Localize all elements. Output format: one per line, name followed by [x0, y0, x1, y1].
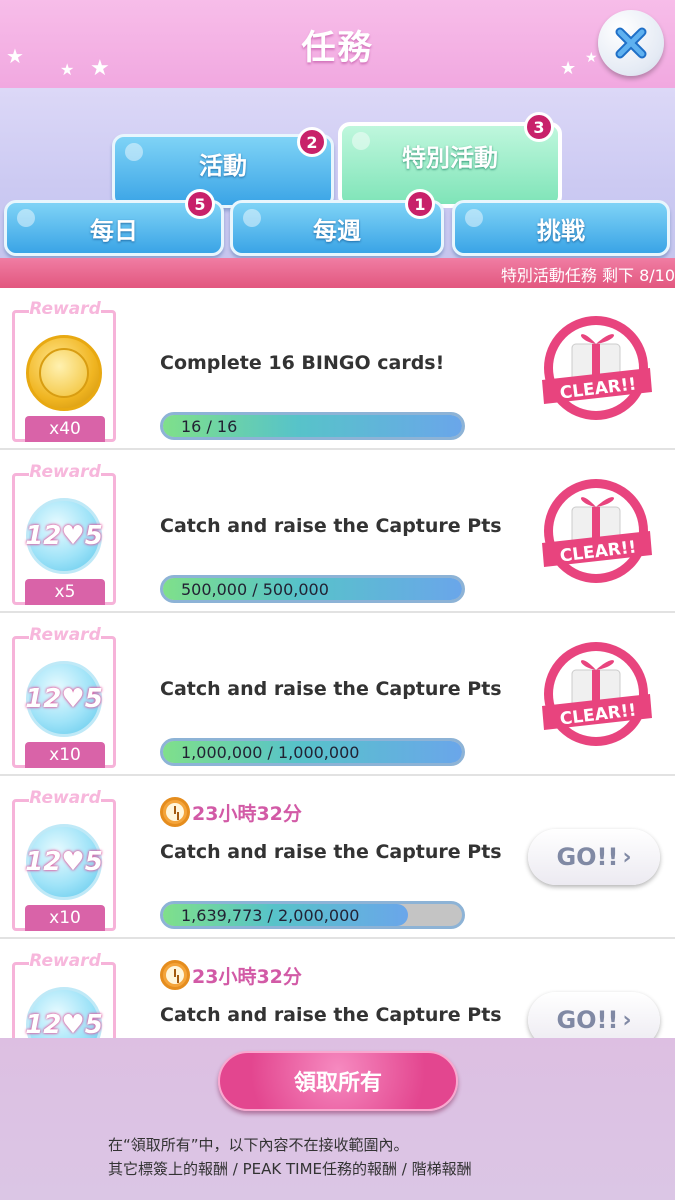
mission-title: Catch and raise the Capture Pts — [160, 1004, 502, 1026]
mission-row: Reward 12♥5 23小時32分 Catch and raise the … — [0, 940, 675, 1038]
badge-text: 12♥5 — [25, 847, 103, 877]
gloss — [17, 209, 35, 227]
chevron-right-icon: › — [622, 1007, 632, 1033]
tab-label: 每日 — [90, 216, 138, 245]
mission-timer: 23小時32分 — [160, 960, 302, 990]
mission-row: Reward 12♥5 x10 23小時32分 Catch and raise … — [0, 777, 675, 939]
badge-text: 12♥5 — [25, 521, 103, 551]
tab-weekly[interactable]: 每週 1 — [230, 189, 444, 256]
badge-12-5-icon: 12♥5 — [25, 661, 103, 737]
mission-timer: 23小時32分 — [160, 797, 302, 827]
timer-text: 23小時32分 — [192, 802, 302, 825]
clear-stamp-icon: CLEAR!! — [542, 642, 652, 746]
tab-challenge[interactable]: 挑戦 — [452, 200, 670, 256]
clear-stamp-icon: CLEAR!! — [542, 479, 652, 583]
remaining-missions-text: 特別活動任務 剩下 8/10 — [500, 266, 675, 285]
gloss — [465, 209, 483, 227]
tab-label: 每週 — [313, 216, 361, 245]
reward-label: Reward — [29, 788, 101, 810]
claim-all-button[interactable]: 領取所有 — [218, 1051, 458, 1111]
reward-quantity: x10 — [25, 742, 105, 768]
reward-quantity: x40 — [25, 416, 105, 442]
reward-quantity: x5 — [25, 579, 105, 605]
page-title: 任務 — [301, 28, 374, 68]
tab-label: 活動 — [199, 151, 247, 180]
coin-icon — [26, 335, 102, 411]
go-button[interactable]: GO!! › — [528, 992, 660, 1038]
tab-label: 挑戦 — [537, 216, 585, 245]
reward-quantity: x10 — [25, 905, 105, 931]
mission-title: Catch and raise the Capture Pts — [160, 678, 502, 700]
tab-badge: 2 — [297, 127, 327, 157]
mission-list[interactable]: Reward x40 Complete 16 BINGO cards! 16 /… — [0, 288, 675, 1038]
tab-area: 活動 2 特別活動 3 每日 5 每週 1 挑戦 — [0, 88, 675, 258]
reward-label: Reward — [29, 462, 101, 484]
reward-box: Reward 12♥5 x5 — [12, 462, 116, 605]
reward-label: Reward — [29, 299, 101, 321]
mission-title: Complete 16 BINGO cards! — [160, 352, 445, 374]
progress-bar: 1,639,773 / 2,000,000 — [160, 901, 465, 929]
tab-badge: 1 — [405, 189, 435, 219]
mission-title: Catch and raise the Capture Pts — [160, 841, 502, 863]
reward-box: Reward 12♥5 x10 — [12, 625, 116, 768]
reward-label: Reward — [29, 951, 101, 973]
clock-icon — [160, 797, 190, 827]
badge-12-5-icon: 12♥5 — [25, 987, 103, 1038]
close-icon — [615, 27, 647, 59]
claim-note-line-1: 在“領取所有”中，以下內容不在接收範圍內。 — [108, 1136, 409, 1154]
header-bar: ★ ★ ★ ★ ★ 任務 — [0, 0, 675, 88]
tab-events[interactable]: 活動 2 — [112, 127, 334, 208]
mission-row: Reward x40 Complete 16 BINGO cards! 16 /… — [0, 288, 675, 450]
badge-text: 12♥5 — [25, 684, 103, 714]
progress-text: 1,639,773 / 2,000,000 — [181, 906, 360, 925]
gloss — [243, 209, 261, 227]
go-button[interactable]: GO!! › — [528, 829, 660, 885]
go-label: GO!! — [556, 1006, 619, 1034]
go-label: GO!! — [556, 843, 619, 871]
progress-text: 16 / 16 — [181, 417, 238, 436]
coin-inner — [39, 348, 89, 398]
badge-12-5-icon: 12♥5 — [25, 498, 103, 574]
progress-bar: 500,000 / 500,000 — [160, 575, 465, 603]
tab-daily[interactable]: 每日 5 — [4, 189, 224, 256]
status-bar: 特別活動任務 剩下 8/10 — [0, 258, 675, 288]
mission-row: Reward 12♥5 x10 Catch and raise the Capt… — [0, 614, 675, 776]
reward-box: Reward 12♥5 x10 — [12, 788, 116, 931]
progress-text: 500,000 / 500,000 — [181, 580, 329, 599]
progress-text: 1,000,000 / 1,000,000 — [181, 743, 360, 762]
tab-special-events[interactable]: 特別活動 3 — [338, 112, 562, 208]
gloss — [352, 132, 370, 150]
clock-icon — [160, 960, 190, 990]
close-button[interactable] — [598, 10, 664, 76]
progress-bar: 16 / 16 — [160, 412, 465, 440]
tab-label: 特別活動 — [402, 143, 498, 172]
claim-note-line-2: 其它標簽上的報酬 / PEAK TIME任務的報酬 / 階梯報酬 — [108, 1160, 472, 1178]
progress-bar: 1,000,000 / 1,000,000 — [160, 738, 465, 766]
tab-badge: 5 — [185, 189, 215, 219]
badge-text: 12♥5 — [25, 1010, 103, 1038]
chevron-right-icon: › — [622, 844, 632, 870]
gloss — [125, 143, 143, 161]
badge-12-5-icon: 12♥5 — [25, 824, 103, 900]
clear-stamp-icon: CLEAR!! — [542, 316, 652, 420]
footer-panel: 領取所有 在“領取所有”中，以下內容不在接收範圍內。 其它標簽上的報酬 / PE… — [0, 1038, 675, 1200]
reward-label: Reward — [29, 625, 101, 647]
timer-text: 23小時32分 — [192, 965, 302, 988]
reward-box: Reward x40 — [12, 299, 116, 442]
reward-box: Reward 12♥5 — [12, 951, 116, 1038]
mission-title: Catch and raise the Capture Pts — [160, 515, 502, 537]
mission-row: Reward 12♥5 x5 Catch and raise the Captu… — [0, 451, 675, 613]
tab-badge: 3 — [524, 112, 554, 142]
